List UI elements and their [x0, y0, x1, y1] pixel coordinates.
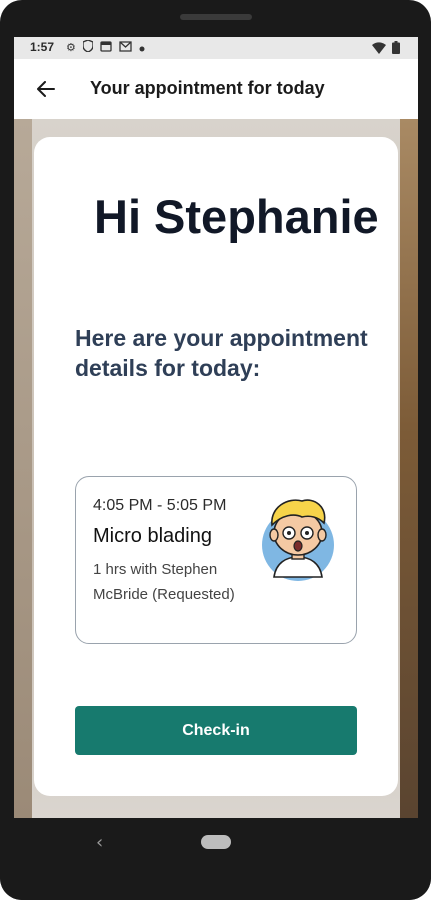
appointment-card: Hi Stephanie Here are your appointment d… [34, 137, 398, 796]
calendar-icon [100, 40, 112, 55]
appointment-staff: 1 hrs with Stephen McBride (Requested) [93, 561, 235, 603]
greeting-heading: Hi Stephanie [94, 190, 379, 243]
checkin-button[interactable]: Check-in [75, 706, 357, 755]
gmail-icon [119, 40, 132, 55]
system-nav-bar: ‹ [0, 818, 431, 900]
phone-frame: 1:57 ⚙ Your appointment for today Hi Ste… [0, 0, 431, 900]
nav-home-icon[interactable] [201, 835, 231, 849]
screen: 1:57 ⚙ Your appointment for today Hi Ste… [14, 37, 418, 818]
back-button[interactable] [32, 75, 60, 103]
background-wall-right [400, 119, 418, 818]
dot-icon [139, 41, 145, 55]
speaker-grille [180, 14, 252, 20]
status-time: 1:57 [30, 40, 55, 54]
arrow-left-icon [37, 81, 55, 97]
settings-icon: ⚙ [66, 40, 76, 54]
appointment-time: 4:05 PM - 5:05 PM [93, 497, 227, 514]
nav-back-icon[interactable]: ‹ [96, 832, 103, 853]
greeting-subtitle: Here are your appointment details for to… [75, 325, 368, 381]
page-title: Your appointment for today [90, 78, 325, 98]
status-right-icons [372, 41, 400, 57]
appointment-details[interactable]: 4:05 PM - 5:05 PM Micro blading 1 hrs wi… [75, 476, 357, 644]
shield-icon [82, 39, 94, 55]
status-left-icons: ⚙ [66, 39, 145, 55]
status-bar: 1:57 ⚙ [14, 37, 418, 59]
battery-icon [392, 41, 400, 57]
appointment-service: Micro blading [93, 525, 212, 547]
background-wall-left [14, 119, 32, 818]
wifi-icon [372, 41, 386, 57]
app-bar: Your appointment for today [14, 59, 418, 120]
cartoon-avatar-icon [254, 491, 342, 581]
